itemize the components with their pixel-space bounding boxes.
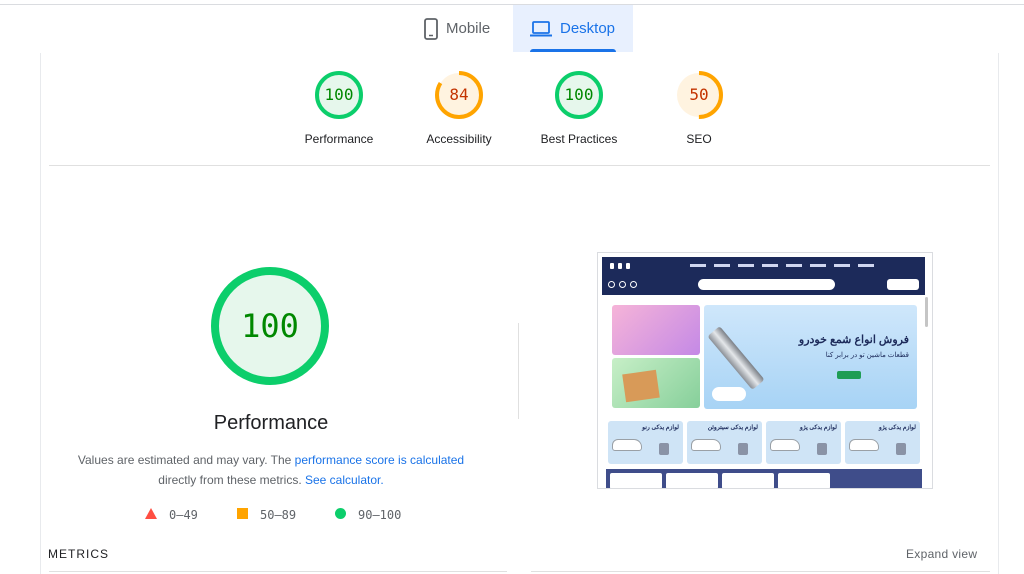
- description-text-1: Values are estimated and may vary. The: [77, 453, 295, 467]
- metrics-divider-left: [49, 571, 507, 572]
- gauge-performance-score: 100: [325, 85, 354, 104]
- thumb-brand-logo: [712, 387, 746, 401]
- expand-view-button[interactable]: Expand view: [906, 547, 977, 561]
- laptop-icon: [530, 20, 552, 37]
- spark-plug-image: [707, 326, 765, 390]
- thumb-card-title: لوازم یدکی رنو: [642, 425, 679, 431]
- gauge-performance[interactable]: 100 Performance: [284, 69, 394, 146]
- legend-pass: 90–100: [335, 508, 401, 522]
- performance-main-ring: 100: [211, 267, 329, 385]
- thumb-category-card: لوازم یدکی پژو: [766, 421, 841, 464]
- thumb-category-card: لوازم یدکی سیتروئن: [687, 421, 762, 464]
- metrics-divider-right: [531, 571, 990, 572]
- tab-desktop[interactable]: Desktop: [513, 5, 633, 52]
- thumb-card-title: لوازم یدکی پژو: [878, 425, 916, 431]
- card-border-left: [40, 53, 41, 574]
- thumb-card-title: لوازم یدکی پژو: [799, 425, 837, 431]
- gauge-seo-label: SEO: [686, 132, 712, 146]
- performance-description: Values are estimated and may vary. The p…: [70, 450, 472, 490]
- thumb-search-bar: [698, 279, 835, 290]
- legend-fail: 0–49: [145, 508, 198, 522]
- tab-desktop-label: Desktop: [560, 20, 616, 37]
- thumb-category-card: لوازم یدکی پژو: [845, 421, 920, 464]
- gauge-best-practices-ring: 100: [555, 71, 603, 119]
- thumb-hero-subtitle: قطعات ماشین تو در برابر کنا: [825, 352, 909, 359]
- thumb-card-title: لوازم یدکی سیتروئن: [707, 425, 758, 431]
- gauge-accessibility[interactable]: 84 Accessibility: [404, 69, 514, 146]
- tab-mobile-label: Mobile: [446, 20, 491, 37]
- thumb-site-nav: [602, 257, 925, 275]
- page-screenshot-thumbnail[interactable]: فروش انواع شمع خودرو قطعات ماشین تو در ب…: [597, 252, 933, 489]
- green-circle-icon: [335, 508, 346, 522]
- orange-square-icon: [237, 508, 248, 522]
- gauge-seo-ring: 50: [675, 71, 723, 119]
- gauge-seo-score: 50: [689, 85, 708, 104]
- gauge-accessibility-ring: 84: [435, 71, 483, 119]
- thumb-hero-banner: فروش انواع شمع خودرو قطعات ماشین تو در ب…: [704, 305, 917, 409]
- vertical-divider: [518, 323, 519, 419]
- performance-main-gauge: 100: [210, 266, 330, 391]
- gauge-accessibility-score: 84: [449, 85, 468, 104]
- gauge-performance-label: Performance: [304, 132, 374, 146]
- section-divider: [49, 165, 990, 166]
- thumb-promo-banner: [612, 305, 700, 355]
- see-calculator-link[interactable]: See calculator.: [305, 473, 384, 487]
- legend-average-range: 50–89: [260, 508, 297, 522]
- red-triangle-icon: [145, 508, 157, 522]
- legend-pass-range: 90–100: [358, 508, 402, 522]
- gauge-accessibility-label: Accessibility: [426, 132, 492, 146]
- phone-icon: [424, 17, 438, 40]
- card-border-right: [998, 53, 999, 574]
- thumb-category-card: لوازم یدکی رنو: [608, 421, 683, 464]
- thumb-hero-button: [837, 371, 861, 379]
- legend-fail-range: 0–49: [169, 508, 198, 522]
- legend-average: 50–89: [237, 508, 296, 522]
- tab-mobile[interactable]: Mobile: [418, 5, 513, 52]
- performance-title: Performance: [213, 412, 329, 434]
- performance-score-link[interactable]: performance score is calculated: [295, 453, 464, 467]
- thumb-scrollbar: [925, 297, 928, 327]
- thumb-hero-title: فروش انواع شمع خودرو: [798, 334, 909, 346]
- gauge-performance-ring: 100: [315, 71, 363, 119]
- thumb-promo-banner-2: [612, 358, 700, 408]
- tab-selected-indicator: [530, 49, 616, 52]
- gauge-best-practices-score: 100: [565, 85, 594, 104]
- performance-main-score: 100: [241, 307, 299, 345]
- thumb-site-logo: [887, 279, 919, 290]
- thumb-site-header: [602, 275, 925, 295]
- gauge-seo[interactable]: 50 SEO: [644, 69, 754, 146]
- description-text-2: directly from these metrics.: [158, 473, 305, 487]
- thumb-product-strip: [606, 469, 922, 488]
- gauge-best-practices[interactable]: 100 Best Practices: [524, 69, 634, 146]
- metrics-heading: METRICS: [48, 547, 109, 561]
- gauge-best-practices-label: Best Practices: [540, 132, 618, 146]
